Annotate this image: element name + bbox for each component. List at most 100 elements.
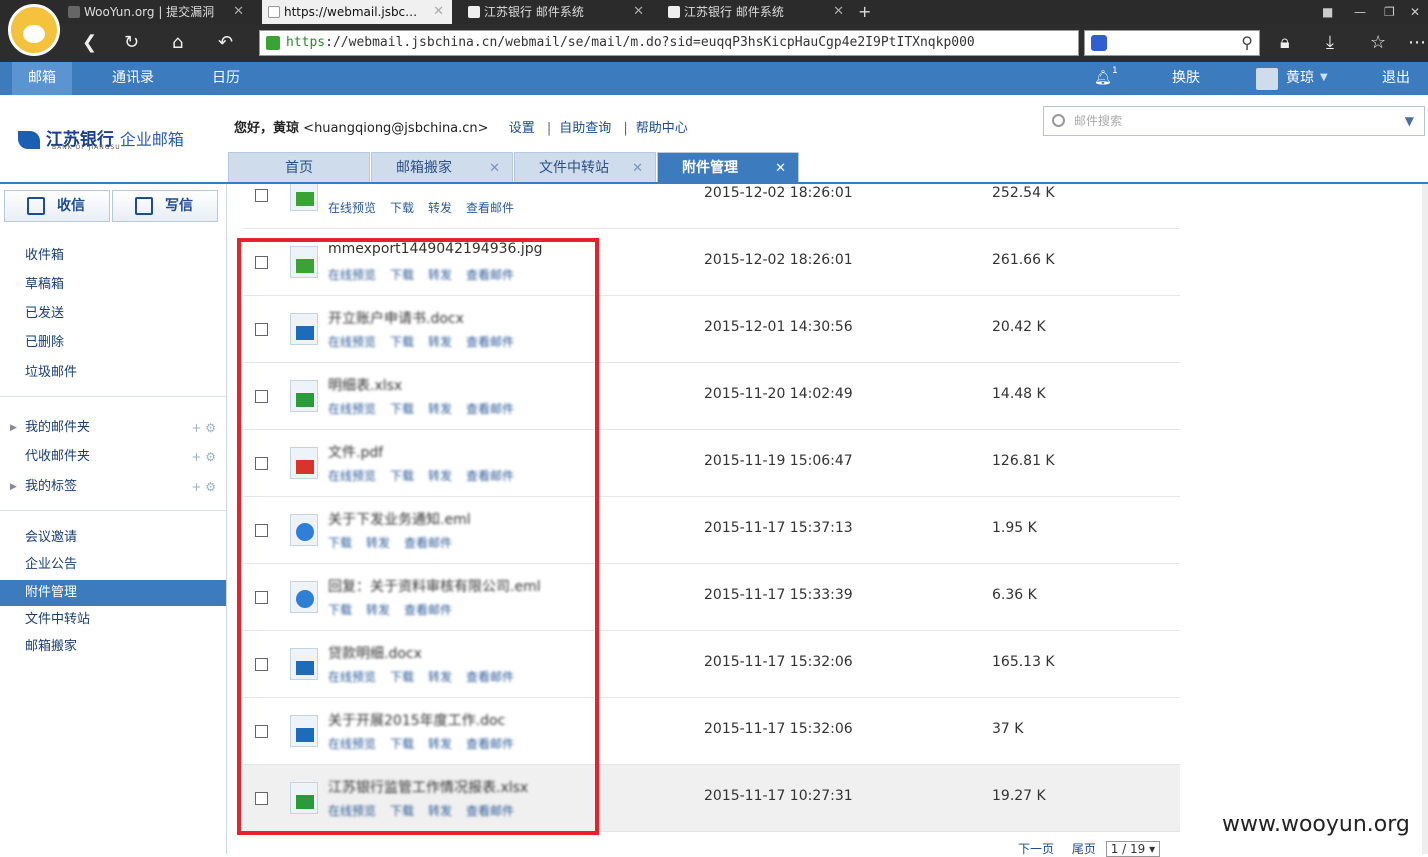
secure-lock-icon [266, 36, 280, 50]
logout-button[interactable]: 退出 [1366, 62, 1426, 95]
img-file-icon [290, 184, 318, 211]
tab-label: 文件中转站 [539, 160, 609, 176]
minimize-icon[interactable]: — [1354, 0, 1366, 24]
file-size: 261.66 K [992, 252, 1055, 268]
browser-tab-label: 江苏银行 邮件系统 [484, 5, 584, 19]
close-window-icon[interactable]: ✕ [1410, 0, 1420, 24]
add-gear-icon[interactable]: + ⚙ [191, 444, 216, 470]
new-tab-icon[interactable]: + [858, 0, 871, 24]
mail-search-input[interactable]: 邮件搜索 ▼ [1043, 106, 1425, 136]
close-icon[interactable]: ✕ [433, 0, 444, 24]
tab-attachments[interactable]: 附件管理 ✕ [657, 152, 799, 183]
row-checkbox[interactable] [255, 189, 268, 202]
tab-label: 首页 [285, 160, 313, 176]
tab-mail-move[interactable]: 邮箱搬家 ✕ [371, 152, 513, 183]
compose-icon [135, 197, 153, 215]
sidebar-item-inbox[interactable]: 收件箱 [0, 243, 226, 269]
watermark: www.wooyun.org [1222, 812, 1410, 837]
highlight-box [237, 238, 599, 835]
file-action-link[interactable]: 查看邮件 [466, 201, 514, 215]
pager: 下一页 尾页 1 / 19 ▾ [1018, 840, 1161, 857]
file-date: 2015-12-01 14:30:56 [704, 319, 853, 335]
close-icon[interactable]: ✕ [233, 0, 244, 24]
sidebar-item-proxy-folders[interactable]: 代收邮件夹 + ⚙ [0, 444, 226, 470]
close-icon[interactable]: ✕ [833, 0, 844, 24]
page-favicon-icon [468, 6, 480, 18]
file-date: 2015-12-02 18:26:01 [704, 185, 853, 201]
file-action-link[interactable]: 下载 [390, 201, 414, 215]
undo-icon[interactable]: ↶ [218, 32, 233, 54]
page-select[interactable]: 1 / 19 ▾ [1105, 841, 1161, 857]
table-row[interactable]: 在线预览 下载 转发 查看邮件 2015-12-02 18:26:01 252.54 K [243, 184, 1180, 229]
skin-button[interactable]: 换肤 [1156, 62, 1216, 95]
chevron-right-icon[interactable]: ▶ [10, 474, 17, 500]
file-action-link[interactable]: 转发 [428, 201, 452, 215]
star-icon[interactable]: ☆ [1370, 32, 1386, 54]
browser-tab-label: 江苏银行 邮件系统 [684, 5, 784, 19]
close-icon[interactable]: ✕ [632, 153, 643, 184]
file-action-link[interactable]: 在线预览 [328, 201, 376, 215]
greeting-prefix: 您好， [234, 121, 274, 136]
add-gear-icon[interactable]: + ⚙ [191, 474, 216, 500]
sidebar-item-my-folders[interactable]: ▶ 我的邮件夹 + ⚙ [0, 415, 226, 441]
tab-home[interactable]: 首页 [228, 152, 370, 183]
close-icon[interactable]: ✕ [489, 153, 500, 184]
greeting-email: <huangqiong@jsbchina.cn> [303, 121, 489, 136]
nav-calendar[interactable]: 日历 [196, 62, 256, 95]
compose-button[interactable]: 写信 [112, 190, 218, 222]
restore-icon[interactable]: ❐ [1384, 0, 1395, 24]
download-icon[interactable]: ⤓ [1326, 32, 1334, 54]
sidebar-item-mail-move[interactable]: 邮箱搬家 [0, 634, 226, 660]
menu-icon[interactable]: ⋯ [1408, 32, 1426, 54]
sidebar-item-file-transfer[interactable]: 文件中转站 [0, 607, 226, 633]
help-link[interactable]: 帮助中心 [636, 121, 688, 136]
sidebar-item-sent[interactable]: 已发送 [0, 301, 226, 327]
self-query-link[interactable]: 自助查询 [559, 121, 611, 136]
avatar-face-icon [23, 25, 45, 43]
settings-link[interactable]: 设置 [509, 121, 535, 136]
back-icon[interactable]: ❮ [82, 32, 97, 54]
chevron-right-icon[interactable]: ▶ [10, 415, 17, 441]
sidebar-item-attachments[interactable]: 附件管理 [0, 580, 226, 606]
url-text: ://webmail.jsbchina.cn/webmail/se/mail/m… [325, 35, 975, 50]
browser-tab-webmail[interactable]: https://webmail.jsbc… ✕ [262, 0, 452, 24]
sidebar-item-deleted[interactable]: 已删除 [0, 330, 226, 356]
compose-label: 写信 [165, 198, 193, 214]
close-icon[interactable]: ✕ [633, 0, 644, 24]
browser-search-box[interactable]: ⚲ [1084, 30, 1260, 56]
sidebar-item-label: 我的邮件夹 [25, 420, 91, 435]
sidebar-item-drafts[interactable]: 草稿箱 [0, 272, 226, 298]
file-date: 2015-11-17 15:37:13 [704, 520, 853, 536]
scrollbar[interactable] [1422, 184, 1428, 854]
greeting-name: 黄琼 [273, 121, 300, 136]
sidebar-divider [0, 396, 226, 397]
sidebar-item-meetings[interactable]: 会议邀请 [0, 525, 226, 551]
nav-contacts[interactable]: 通讯录 [96, 62, 170, 95]
browser-tab-jsbc-1[interactable]: 江苏银行 邮件系统 ✕ [462, 0, 652, 24]
home-icon[interactable]: ⌂ [172, 32, 183, 54]
receive-button[interactable]: 收信 [4, 190, 110, 222]
browser-tab-jsbc-2[interactable]: 江苏银行 邮件系统 ✕ [662, 0, 852, 24]
close-icon[interactable]: ✕ [775, 153, 786, 184]
reload-icon[interactable]: ↻ [124, 32, 139, 54]
lock-icon[interactable]: 🔒︎ [1280, 32, 1290, 54]
address-bar[interactable]: https://webmail.jsbchina.cn/webmail/se/m… [259, 30, 1079, 56]
sidebar-item-announcements[interactable]: 企业公告 [0, 552, 226, 578]
browser-tab-wooyun[interactable]: WooYun.org | 提交漏洞 ✕ [62, 0, 252, 24]
logo-ent-text: 企业邮箱 [119, 130, 184, 149]
chevron-down-icon[interactable]: ▼ [1320, 72, 1328, 83]
browser-tab-label: WooYun.org | 提交漏洞 [84, 5, 215, 19]
file-date: 2015-11-19 15:06:47 [704, 453, 853, 469]
browser-avatar[interactable] [8, 4, 60, 56]
sidebar-divider [0, 510, 226, 511]
chevron-down-icon[interactable]: ▼ [1405, 107, 1414, 135]
bell-icon[interactable]: 🔔︎ [1094, 70, 1112, 86]
shirt-icon[interactable]: ■ [1322, 0, 1333, 24]
tab-file-transfer[interactable]: 文件中转站 ✕ [514, 152, 656, 183]
sidebar-item-tags[interactable]: ▶ 我的标签 + ⚙ [0, 474, 226, 500]
nav-mail[interactable]: 邮箱 [12, 62, 72, 95]
sidebar-item-spam[interactable]: 垃圾邮件 [0, 360, 226, 386]
file-size: 37 K [992, 721, 1024, 737]
add-gear-icon[interactable]: + ⚙ [191, 415, 216, 441]
search-icon[interactable]: ⚲ [1241, 33, 1253, 52]
